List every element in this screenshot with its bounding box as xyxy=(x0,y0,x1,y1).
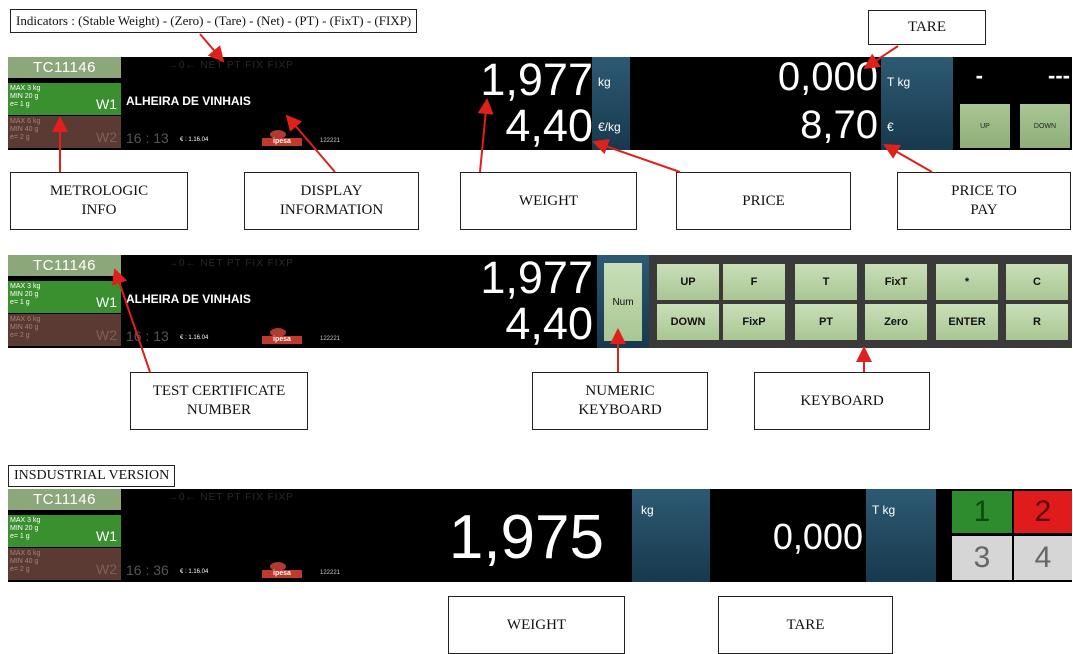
arrow-indicators xyxy=(199,33,225,63)
arrow-display-info xyxy=(285,114,336,173)
arrow-test-cert xyxy=(111,268,151,373)
arrow-price xyxy=(592,139,681,173)
arrow-price-to-pay xyxy=(883,144,933,173)
annotation-arrows xyxy=(52,33,933,373)
arrow-weight xyxy=(477,98,494,173)
arrow-tare xyxy=(863,45,899,70)
